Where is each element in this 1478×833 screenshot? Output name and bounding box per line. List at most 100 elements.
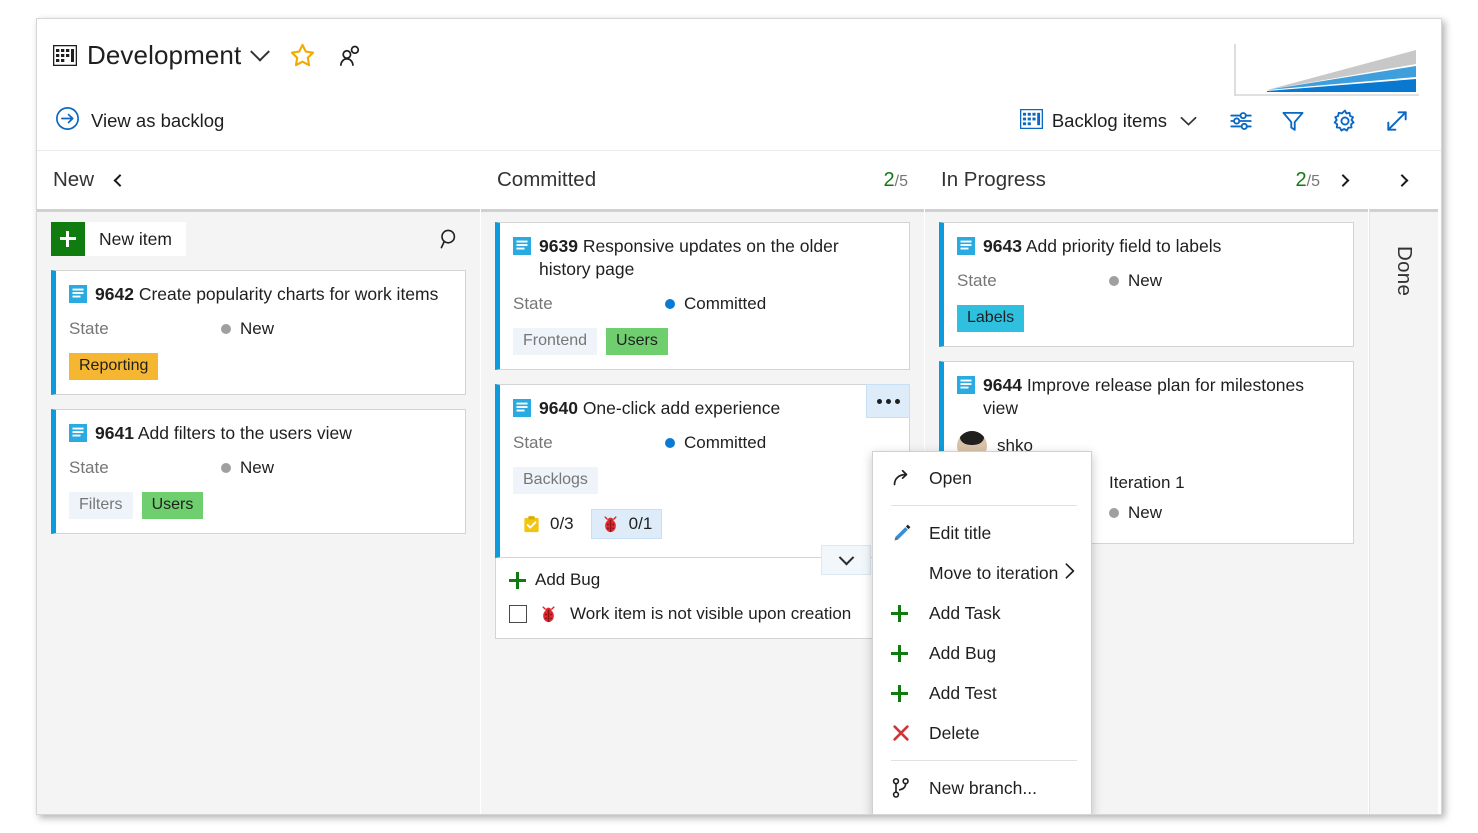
column-body-new[interactable]: New item 9642 Create popularity charts f…: [37, 209, 480, 814]
ellipsis-icon[interactable]: [866, 384, 910, 419]
backlog-item-icon: [513, 237, 531, 255]
bug-icon: [539, 605, 558, 624]
card-id: 9641: [95, 423, 134, 444]
state-label: State: [69, 319, 109, 339]
card-title: 9641 Add filters to the users view: [95, 422, 352, 445]
gear-icon[interactable]: [1327, 103, 1363, 139]
bug-count-badge[interactable]: 0/1: [590, 509, 663, 540]
menu-item-add-task[interactable]: Add Task: [873, 593, 1091, 633]
card-tags: Backlogs: [513, 467, 894, 495]
open-arrow-icon: [891, 467, 913, 489]
tag[interactable]: Labels: [957, 305, 1025, 333]
menu-separator: [891, 760, 1077, 761]
card-id: 9640: [539, 398, 578, 419]
column-title: New: [53, 168, 95, 191]
column-title: In Progress: [941, 168, 1046, 191]
plus-icon: [891, 644, 913, 662]
column-title: Done: [1393, 246, 1416, 297]
card-context-menu: Open Edit title Move to iteration Add Ta…: [872, 451, 1092, 814]
card-title: 9643 Add priority field to labels: [983, 235, 1221, 258]
card-tags: Frontend Users: [513, 328, 894, 356]
tag[interactable]: Users: [606, 328, 668, 356]
checkbox-unchecked-icon[interactable]: [509, 605, 527, 624]
menu-item-new-branch[interactable]: New branch...: [873, 768, 1091, 808]
card-title-text: Improve release plan for milestones view: [983, 375, 1305, 419]
expand-diagonal-icon[interactable]: [1379, 103, 1415, 139]
card-state-field: State New: [957, 271, 1338, 291]
board-column-new: New New item 9642 Create popularity char…: [37, 151, 481, 814]
new-item-button[interactable]: New item: [51, 222, 186, 256]
menu-item-open[interactable]: Open: [873, 458, 1091, 498]
status-dot: [665, 438, 675, 449]
chevron-right-icon[interactable]: [1336, 172, 1352, 188]
board-grid-icon: [53, 45, 77, 66]
status-dot: [665, 299, 675, 310]
menu-item-delete[interactable]: Delete: [873, 713, 1091, 753]
task-checklist-icon: [522, 515, 541, 534]
board-grid-icon: [1019, 108, 1044, 134]
tag[interactable]: Filters: [69, 492, 133, 520]
column-header-done: [1369, 151, 1438, 209]
tag[interactable]: Backlogs: [513, 467, 598, 495]
task-count-badge[interactable]: 0/3: [513, 510, 583, 538]
work-item-card[interactable]: 9640 One-click add experience State Comm…: [495, 384, 910, 576]
tag[interactable]: Frontend: [513, 328, 598, 356]
cumulative-flow-thumbnail[interactable]: [1233, 44, 1419, 97]
state-label: State: [957, 271, 997, 291]
column-header-committed: Committed 2/5: [481, 151, 924, 209]
backlog-level-selector[interactable]: Backlog items: [1010, 103, 1207, 140]
menu-item-move-to-iteration[interactable]: Move to iteration: [873, 553, 1091, 593]
column-body-committed[interactable]: 9639 Responsive updates on the older his…: [481, 209, 924, 814]
work-item-card[interactable]: 9641 Add filters to the users view State…: [51, 409, 466, 535]
chevron-right-icon[interactable]: [1395, 172, 1412, 188]
menu-item-label: New branch...: [929, 777, 1037, 798]
search-icon[interactable]: [434, 223, 466, 255]
chevron-down-icon[interactable]: [250, 41, 271, 62]
new-item-bar: New item: [51, 222, 466, 256]
x-delete-icon: [891, 723, 913, 743]
menu-item-label: Add Test: [929, 682, 997, 703]
menu-item-edit-title[interactable]: Edit title: [873, 513, 1091, 553]
iteration-value: Iteration 1: [1109, 473, 1185, 493]
state-value: New: [1109, 503, 1162, 523]
menu-item-add-test[interactable]: Add Test: [873, 673, 1091, 713]
backlog-item-icon: [957, 376, 975, 395]
chevron-left-icon[interactable]: [110, 172, 126, 188]
menu-item-add-bug[interactable]: Add Bug: [873, 633, 1091, 673]
card-state-field: State Committed: [513, 433, 894, 453]
menu-item-label: Delete: [929, 722, 980, 743]
chevron-right-icon: [1063, 562, 1077, 585]
plus-icon: [891, 604, 913, 622]
card-id: 9639: [539, 236, 578, 256]
card-title: 9639 Responsive updates on the older his…: [539, 235, 892, 281]
tag[interactable]: Users: [141, 492, 204, 520]
card-tags: Reporting: [69, 353, 450, 381]
task-count-text: 0/3: [550, 514, 574, 534]
backlog-item-icon: [69, 285, 87, 303]
command-bar: View as backlog Backlog items: [37, 92, 1441, 151]
column-header-in-progress: In Progress 2/5: [925, 151, 1368, 209]
funnel-icon[interactable]: [1275, 103, 1311, 139]
arrow-right-circle-icon: [55, 106, 80, 136]
tag[interactable]: Reporting: [69, 353, 159, 381]
card-title: 9640 One-click add experience: [539, 397, 780, 420]
view-as-backlog-button[interactable]: View as backlog: [55, 106, 224, 136]
kanban-board: New New item 9642 Create popularity char…: [37, 151, 1441, 814]
menu-item-label: Add Bug: [929, 642, 997, 663]
board-column-committed: Committed 2/5 9639 Responsive updates on…: [481, 151, 925, 814]
bug-count-text: 0/1: [628, 514, 653, 534]
work-item-card[interactable]: 9642 Create popularity charts for work i…: [51, 270, 466, 396]
work-item-card[interactable]: 9639 Responsive updates on the older his…: [495, 222, 910, 371]
column-header-new: New: [37, 151, 480, 209]
work-item-card[interactable]: 9643 Add priority field to labels State …: [939, 222, 1354, 348]
star-icon[interactable]: [289, 42, 316, 69]
card-title-text: Responsive updates on the older history …: [539, 236, 839, 280]
people-icon[interactable]: [338, 43, 364, 69]
menu-item-label: Open: [929, 467, 972, 488]
card-state-field: State Committed: [513, 294, 894, 314]
sliders-icon[interactable]: [1223, 103, 1259, 139]
column-body-done[interactable]: Done: [1369, 209, 1438, 814]
card-title-text: Create popularity charts for work items: [138, 284, 439, 304]
chevron-down-icon[interactable]: [821, 545, 871, 576]
state-value: Committed: [665, 294, 766, 314]
